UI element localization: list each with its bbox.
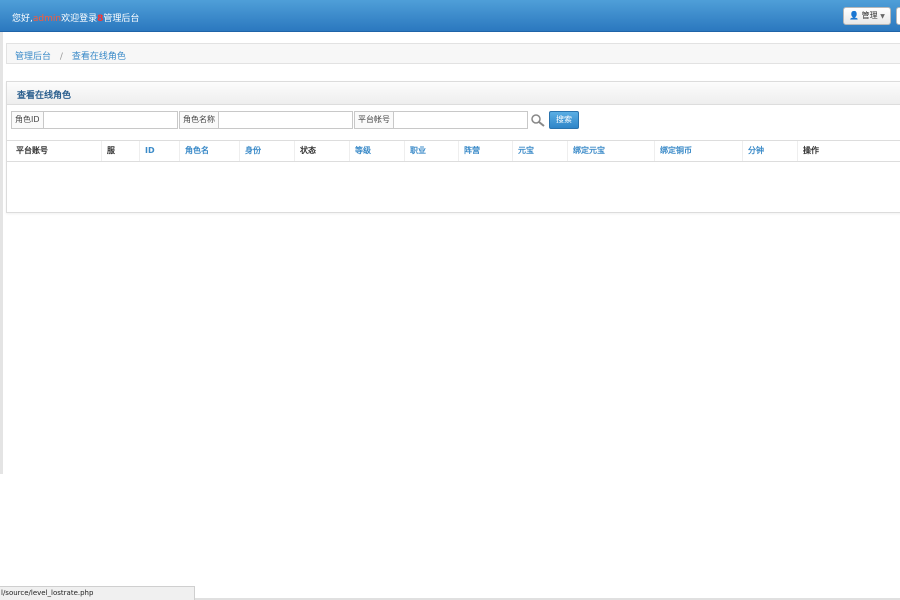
username-link[interactable]: admin	[33, 14, 61, 24]
column-header-identity[interactable]: 身份	[239, 141, 294, 161]
platform-account-label: 平台帐号	[355, 112, 394, 128]
manage-label: 管理	[861, 11, 878, 20]
role-name-input[interactable]	[219, 112, 352, 128]
column-header-camp[interactable]: 阵营	[458, 141, 512, 161]
role-id-input[interactable]	[44, 112, 177, 128]
browser-status-url: l/source/level_lostrate.php	[0, 586, 195, 600]
breadcrumb: 管理后台 / 查看在线角色	[6, 43, 900, 64]
column-header-bound-gold[interactable]: 绑定元宝	[567, 141, 654, 161]
top-navbar: 您好,admin欢迎登录8管理后台 👤 管理 ▼	[0, 0, 900, 32]
column-header-role-name[interactable]: 角色名	[179, 141, 239, 161]
column-header-level[interactable]: 等级	[349, 141, 404, 161]
panel-title: 查看在线角色	[17, 91, 72, 101]
greeting-suffix: 管理后台	[103, 14, 140, 24]
search-button[interactable]: 搜索	[549, 111, 579, 129]
role-name-label: 角色名称	[180, 112, 219, 128]
column-header-status: 状态	[294, 141, 349, 161]
greeting-prefix: 您好,	[12, 14, 33, 24]
panel-header: 查看在线角色	[7, 82, 900, 105]
role-id-field: 角色ID	[11, 111, 178, 129]
user-icon: 👤	[849, 11, 860, 20]
caret-down-icon: ▼	[880, 13, 885, 20]
column-header-server: 服	[101, 141, 139, 161]
column-header-minutes[interactable]: 分钟	[742, 141, 797, 161]
column-header-gold[interactable]: 元宝	[512, 141, 567, 161]
greeting-mid: 欢迎登录	[61, 14, 98, 24]
manage-dropdown-button[interactable]: 👤 管理 ▼	[843, 7, 891, 25]
breadcrumb-separator: /	[59, 52, 63, 62]
sidebar-edge	[0, 32, 3, 474]
column-header-id[interactable]: ID	[139, 141, 179, 161]
column-header-actions: 操作	[797, 141, 900, 161]
breadcrumb-item-home[interactable]: 管理后台	[15, 52, 51, 62]
platform-account-input[interactable]	[394, 112, 527, 128]
welcome-message: 您好,admin欢迎登录8管理后台	[12, 11, 139, 24]
platform-account-field: 平台帐号	[354, 111, 528, 129]
breadcrumb-item-current[interactable]: 查看在线角色	[72, 52, 126, 62]
column-header-bound-copper[interactable]: 绑定铜币	[654, 141, 742, 161]
navbar-extra-button[interactable]	[896, 7, 900, 25]
magnifier-icon[interactable]	[530, 113, 546, 127]
online-roles-panel: 查看在线角色 角色ID 角色名称 平台帐号 搜索 平台账号 服 ID 角色名 身…	[6, 81, 900, 213]
role-id-label: 角色ID	[12, 112, 44, 128]
column-header-platform-account: 平台账号	[16, 146, 48, 155]
column-header-profession[interactable]: 职业	[404, 141, 458, 161]
role-name-field: 角色名称	[179, 111, 353, 129]
table-header: 平台账号 服 ID 角色名 身份 状态 等级 职业 阵营 元宝 绑定元宝 绑定铜…	[7, 140, 900, 162]
